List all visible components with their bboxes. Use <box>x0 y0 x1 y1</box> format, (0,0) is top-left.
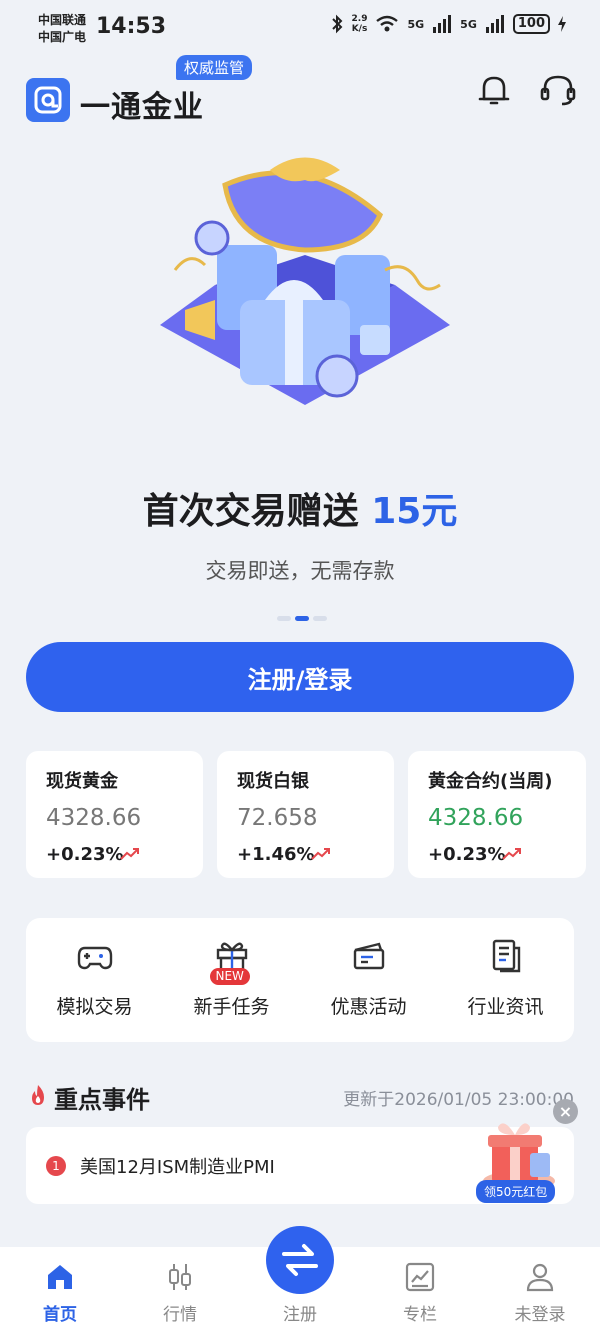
promo-title: 首次交易赠送 15元 <box>0 482 600 534</box>
menu-label: 优惠活动 <box>330 996 407 1018</box>
trend-up-icon <box>311 848 330 860</box>
carousel-dot[interactable] <box>277 616 291 621</box>
bluetooth-icon <box>331 14 342 34</box>
carousel-dot[interactable] <box>313 616 327 621</box>
promo-subtitle: 交易即送，无需存款 <box>205 559 395 583</box>
register-center-button[interactable] <box>266 1226 334 1294</box>
quote-name: 现货白银 <box>237 771 309 792</box>
menu-item-promotions[interactable]: 优惠活动 <box>300 918 437 1042</box>
quote-name: 黄金合约(当周) <box>428 771 553 792</box>
signal-icon <box>433 15 452 33</box>
gift-box-illustration <box>160 157 450 405</box>
battery-indicator: 100 <box>512 14 550 34</box>
register-login-button[interactable]: 注册/登录 <box>26 642 574 712</box>
quote-change: +0.23% <box>46 844 124 865</box>
tab-market[interactable]: 行情 <box>120 1247 240 1333</box>
menu-item-demo-trading[interactable]: 模拟交易 <box>26 918 163 1042</box>
carrier-name-2: 中国广电 <box>38 30 87 44</box>
quote-price: 4328.66 <box>428 805 524 831</box>
logo-icon <box>34 86 62 114</box>
quote-change: +0.23% <box>428 844 506 865</box>
user-icon <box>526 1263 554 1292</box>
quote-card-gold-contract[interactable]: 黄金合约(当周) 4328.66 +0.23% <box>408 751 586 878</box>
status-icons: 2.9 K/s 5G 5G 100 <box>330 14 566 34</box>
promo-title-prefix: 首次交易赠送 <box>142 491 359 532</box>
regulated-badge: 权威监管 <box>176 55 253 80</box>
chart-icon <box>405 1262 435 1292</box>
event-text: 美国12月ISM制造业PMI <box>80 1157 275 1178</box>
new-tag: NEW <box>209 968 250 985</box>
signal-icon-2 <box>485 15 504 33</box>
carousel-dot-active[interactable] <box>295 616 309 621</box>
quote-name: 现货黄金 <box>46 771 118 792</box>
tab-label: 注册 <box>283 1305 317 1325</box>
bell-icon[interactable] <box>474 72 514 108</box>
tab-label: 未登录 <box>514 1305 566 1325</box>
events-title: 重点事件 <box>54 1086 150 1114</box>
quote-card-spot-silver[interactable]: 现货白银 72.658 +1.46% <box>217 751 394 878</box>
carousel-indicator <box>277 616 327 621</box>
event-rank: 1 <box>46 1156 66 1176</box>
trend-up-icon <box>502 848 521 860</box>
tab-home[interactable]: 首页 <box>0 1247 120 1333</box>
quote-price: 4328.66 <box>46 805 142 831</box>
quote-card-spot-gold[interactable]: 现货黄金 4328.66 +0.23% <box>26 751 203 878</box>
status-carrier: 中国联通 中国广电 <box>38 12 86 46</box>
home-icon <box>48 1265 72 1289</box>
app-name: 一通金业 <box>80 90 204 125</box>
headset-icon[interactable] <box>538 72 578 108</box>
red-packet-label[interactable]: 领50元红包 <box>476 1180 556 1203</box>
app-logo <box>26 78 70 122</box>
menu-item-newbie-tasks[interactable]: NEW 新手任务 <box>163 918 300 1042</box>
tab-column[interactable]: 专栏 <box>360 1247 480 1333</box>
promo-title-amount: 15元 <box>371 491 458 532</box>
menu-item-industry-news[interactable]: 行业资讯 <box>437 918 574 1042</box>
menu-label: 行业资讯 <box>467 996 544 1018</box>
status-time: 14:53 <box>96 14 167 39</box>
wifi-icon <box>376 15 399 32</box>
menu-label: 模拟交易 <box>56 996 133 1018</box>
tab-label: 行情 <box>163 1305 197 1325</box>
charging-icon <box>558 16 566 32</box>
network-type-2: 5G <box>460 17 477 31</box>
menu-label: 新手任务 <box>193 996 270 1018</box>
news-icon <box>492 939 520 973</box>
network-type-1: 5G <box>407 17 425 31</box>
feature-menu: 模拟交易 NEW 新手任务 优惠活动 行业资讯 <box>26 918 574 1042</box>
carrier-name-1: 中国联通 <box>38 13 87 27</box>
events-updated-time: 更新于2026/01/05 23:00:00 <box>343 1090 574 1110</box>
ticket-icon <box>353 942 384 970</box>
quote-change: +1.46% <box>237 844 315 865</box>
tab-profile[interactable]: 未登录 <box>480 1247 600 1333</box>
quote-price: 72.658 <box>237 805 318 831</box>
close-ad-button[interactable]: × <box>553 1099 578 1124</box>
tab-label: 首页 <box>43 1305 77 1325</box>
trend-up-icon <box>120 848 139 860</box>
candlestick-icon <box>169 1264 191 1290</box>
tab-label: 专栏 <box>403 1305 437 1325</box>
network-speed: 2.9 K/s <box>351 14 368 34</box>
gamepad-icon <box>77 946 112 970</box>
swap-icon <box>282 1244 318 1276</box>
fire-icon <box>32 1085 44 1105</box>
